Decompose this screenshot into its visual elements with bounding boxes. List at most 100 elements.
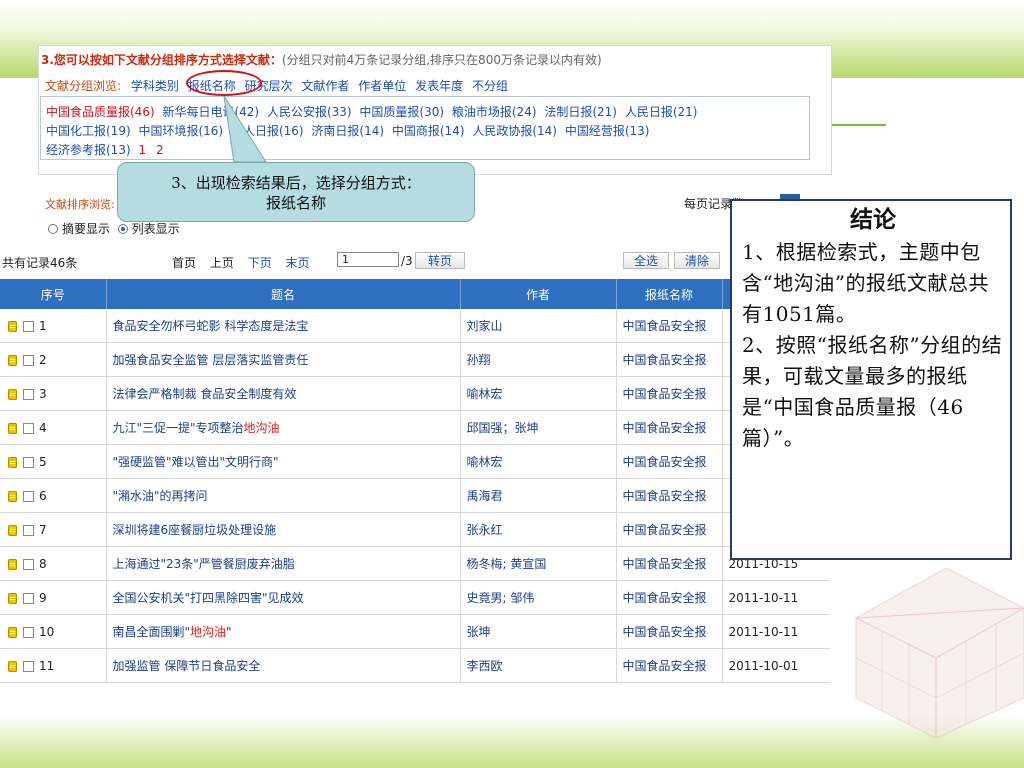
row-title-cell[interactable]: 全国公安机关"打四黑除四害"见成效 (106, 580, 461, 615)
row-title-cell[interactable]: 南昌全面围剿"地沟油" (106, 614, 461, 649)
row-newspaper-cell[interactable]: 中国食品安全报 (616, 546, 723, 581)
row-title-keyword[interactable]: 地沟油 (244, 421, 280, 435)
paper-group-item[interactable]: 中国质量报(30) (359, 105, 444, 119)
paper-group-item[interactable]: 人民公安报(33) (267, 105, 352, 119)
row-title-cell[interactable]: 上海通过"23条"严管餐厨废弃油脂 (106, 546, 461, 581)
row-newspaper-cell[interactable]: 中国食品安全报 (616, 376, 723, 411)
row-title-keyword[interactable]: 地沟油 (190, 625, 226, 639)
note-icon[interactable] (8, 558, 17, 570)
row-newspaper-cell[interactable]: 中国食品安全报 (616, 342, 723, 377)
note-icon[interactable] (8, 320, 17, 332)
group-option-author[interactable]: 文献作者 (301, 79, 349, 93)
row-author-cell[interactable]: 孙翔 (460, 342, 617, 377)
paper-group-item[interactable]: 中国化工报(19) (46, 124, 131, 138)
row-checkbox[interactable] (23, 490, 34, 502)
row-title-cell[interactable]: 加强监管 保障节日食品安全 (106, 648, 461, 683)
row-newspaper-cell[interactable]: 中国食品安全报 (616, 580, 723, 615)
row-checkbox[interactable] (23, 558, 34, 570)
row-title-text[interactable]: "强硬监管"难以管出"文明行商" (113, 455, 279, 469)
select-all-button[interactable]: 全选 (623, 252, 669, 269)
row-newspaper-cell[interactable]: 中国食品安全报 (616, 614, 723, 649)
note-icon[interactable] (8, 354, 17, 366)
note-icon[interactable] (8, 490, 17, 502)
row-checkbox[interactable] (23, 320, 34, 332)
row-checkbox[interactable] (23, 592, 34, 604)
row-checkbox[interactable] (23, 456, 34, 468)
row-title-text[interactable]: 九江"三促一提"专项整治 (113, 421, 244, 435)
row-newspaper-cell[interactable]: 中国食品安全报 (616, 512, 723, 547)
row-newspaper-cell[interactable]: 中国食品安全报 (616, 410, 723, 445)
row-title-text[interactable]: 加强监管 保障节日食品安全 (113, 659, 261, 673)
group-option-year[interactable]: 发表年度 (415, 79, 463, 93)
paper-group-item[interactable]: 粮油市场报(24) (452, 105, 537, 119)
row-title-text[interactable]: 食品安全勿杯弓蛇影 科学态度是法宝 (113, 319, 309, 333)
row-author-cell[interactable]: 禹海君 (460, 478, 617, 513)
note-icon[interactable] (8, 456, 17, 468)
row-newspaper-cell[interactable]: 中国食品安全报 (616, 309, 723, 343)
row-author-cell[interactable]: 喻林宏 (460, 444, 617, 479)
row-title-cell[interactable]: 深圳将建6座餐厨垃圾处理设施 (106, 512, 461, 547)
row-checkbox[interactable] (23, 626, 34, 638)
row-title-cell[interactable]: "强硬监管"难以管出"文明行商" (106, 444, 461, 479)
prev-page-link[interactable]: 上页 (210, 256, 234, 270)
row-title-cell[interactable]: 加强食品安全监管 层层落实监管责任 (106, 342, 461, 377)
row-author-cell[interactable]: 李西欧 (460, 648, 617, 683)
row-title-cell[interactable]: 九江"三促一提"专项整治地沟油 (106, 410, 461, 445)
row-newspaper-cell[interactable]: 中国食品安全报 (616, 444, 723, 479)
row-author-cell[interactable]: 杨冬梅; 黄宣国 (460, 546, 617, 581)
row-author-cell[interactable]: 张坤 (460, 614, 617, 649)
group-page-link[interactable]: 2 (156, 143, 164, 157)
row-checkbox[interactable] (23, 422, 34, 434)
paper-group-item[interactable]: 法制日报(21) (544, 105, 617, 119)
paper-group-item[interactable]: 中国食品质量报(46) (46, 105, 155, 119)
row-title-text[interactable]: 加强食品安全监管 层层落实监管责任 (113, 353, 309, 367)
paper-group-item[interactable]: 中国经营报(13) (565, 124, 650, 138)
note-icon[interactable] (8, 422, 17, 434)
note-icon[interactable] (8, 388, 17, 400)
paper-group-item[interactable]: 人民日报(21) (625, 105, 698, 119)
next-page-link[interactable]: 下页 (248, 256, 272, 270)
row-title-text[interactable]: " (226, 625, 232, 639)
paper-group-item[interactable]: 中国商报(14) (392, 124, 465, 138)
row-author-cell[interactable]: 喻林宏 (460, 376, 617, 411)
group-option-none[interactable]: 不分组 (472, 79, 508, 93)
radio-abstract[interactable] (48, 224, 58, 234)
col-header-author[interactable]: 作者 (460, 279, 617, 309)
paper-group-item[interactable]: 人民政协报(14) (472, 124, 557, 138)
row-newspaper-cell[interactable]: 中国食品安全报 (616, 648, 723, 683)
row-checkbox[interactable] (23, 388, 34, 400)
row-title-text[interactable]: 深圳将建6座餐厨垃圾处理设施 (113, 523, 277, 537)
col-header-newspaper[interactable]: 报纸名称 (616, 279, 723, 309)
group-page-link[interactable]: 1 (138, 143, 146, 157)
row-author-cell[interactable]: 刘家山 (460, 309, 617, 343)
row-title-cell[interactable]: 法律会严格制裁 食品安全制度有效 (106, 376, 461, 411)
clear-button[interactable]: 清除 (674, 252, 720, 269)
note-icon[interactable] (8, 592, 17, 604)
col-header-no[interactable]: 序号 (0, 279, 107, 309)
note-icon[interactable] (8, 626, 17, 638)
row-author-cell[interactable]: 张永红 (460, 512, 617, 547)
paper-group-item[interactable]: 济南日报(14) (311, 124, 384, 138)
first-page-link[interactable]: 首页 (172, 256, 196, 270)
note-icon[interactable] (8, 660, 17, 672)
row-checkbox[interactable] (23, 660, 34, 672)
col-header-title[interactable]: 题名 (106, 279, 461, 309)
go-page-button[interactable]: 转页 (415, 252, 465, 269)
row-title-text[interactable]: 上海通过"23条"严管餐厨废弃油脂 (113, 557, 295, 571)
row-title-cell[interactable]: 食品安全勿杯弓蛇影 科学态度是法宝 (106, 309, 461, 343)
row-title-text[interactable]: 法律会严格制裁 食品安全制度有效 (113, 387, 297, 401)
row-title-text[interactable]: "潲水油"的再拷问 (113, 489, 208, 503)
row-checkbox[interactable] (23, 524, 34, 536)
row-title-text[interactable]: 全国公安机关"打四黑除四害"见成效 (113, 591, 304, 605)
row-author-cell[interactable]: 史竟男; 邹伟 (460, 580, 617, 615)
row-title-cell[interactable]: "潲水油"的再拷问 (106, 478, 461, 513)
paper-group-item[interactable]: 经济参考报(13) (46, 143, 131, 157)
note-icon[interactable] (8, 524, 17, 536)
row-author-cell[interactable]: 邱国强；张坤 (460, 410, 617, 445)
row-title-text[interactable]: 南昌全面围剿" (113, 625, 191, 639)
page-number-input[interactable]: 1 (337, 252, 399, 267)
row-checkbox[interactable] (23, 354, 34, 366)
group-option-institution[interactable]: 作者单位 (358, 79, 406, 93)
last-page-link[interactable]: 末页 (286, 256, 310, 270)
radio-list[interactable] (117, 224, 128, 234)
